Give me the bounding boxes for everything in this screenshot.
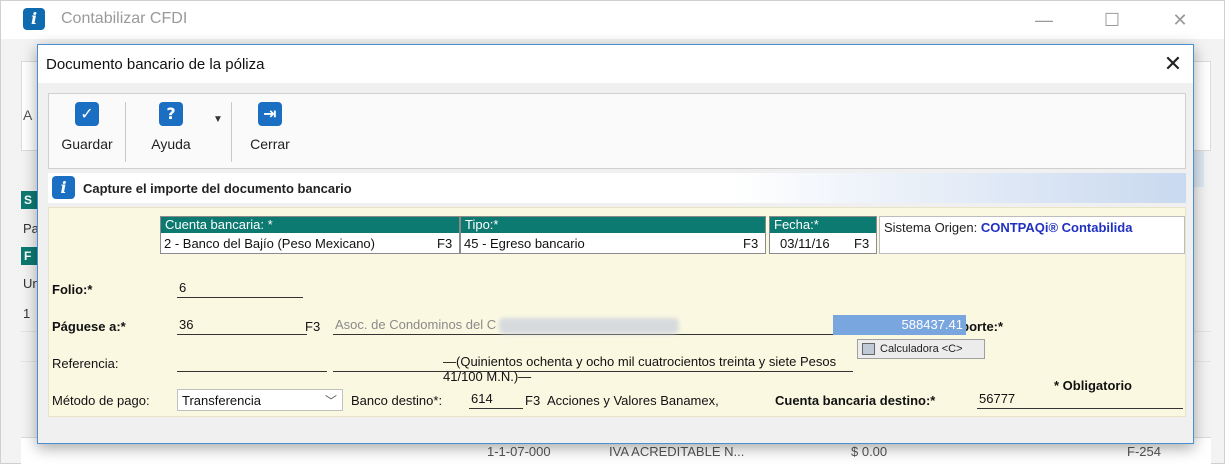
- folio-input[interactable]: 6: [177, 280, 303, 298]
- help-button[interactable]: ? Ayuda: [141, 98, 201, 166]
- metodo-pago-label: Método de pago:: [52, 393, 150, 408]
- cuenta-destino-input[interactable]: 56777: [977, 391, 1183, 409]
- chevron-down-icon: ﹀: [324, 394, 337, 408]
- referencia-input[interactable]: [177, 354, 327, 372]
- background-title-bar: i Contabilizar CFDI — ☐ ✕: [1, 1, 1224, 39]
- close-button[interactable]: ⇥ Cerrar: [241, 98, 299, 166]
- contpaqi-logo-icon: i: [23, 8, 45, 30]
- help-dropdown-arrow-icon[interactable]: ▼: [213, 114, 223, 125]
- tipo-field[interactable]: Tipo:* 45 - Egreso bancario F3: [460, 216, 766, 254]
- dialog-title-bar: Documento bancario de la póliza ✕: [38, 45, 1193, 83]
- save-button[interactable]: ✓ Guardar: [57, 98, 117, 166]
- cuenta-bancaria-label: Cuenta bancaria: *: [161, 217, 459, 233]
- paguese-name: Asoc. de Condominos del C: [335, 317, 497, 332]
- fecha-field[interactable]: Fecha:* 03/11/16 F3: [769, 216, 877, 254]
- row-reference: F-254: [1127, 444, 1161, 459]
- dialog-close-icon[interactable]: ✕: [1156, 49, 1190, 79]
- tipo-label: Tipo:*: [461, 217, 765, 233]
- checkmark-icon: ✓: [75, 102, 99, 126]
- cuenta-destino-label: Cuenta bancaria destino:*: [775, 393, 936, 408]
- sistema-origen-label: Sistema Origen:: [884, 220, 978, 235]
- minimize-button[interactable]: —: [1021, 5, 1067, 35]
- dialog-title: Documento bancario de la póliza: [46, 56, 265, 73]
- calculadora-label: Calculadora <C>: [880, 343, 963, 355]
- info-banner: i Capture el importe del documento banca…: [48, 173, 1186, 203]
- banco-destino-name: Acciones y Valores Banamex,: [547, 393, 719, 408]
- fecha-value: 03/11/16: [780, 236, 830, 251]
- background-close-button[interactable]: ✕: [1157, 5, 1203, 35]
- toolbar-separator: [231, 102, 232, 162]
- row-account-name: IVA ACREDITABLE N...: [609, 444, 745, 459]
- amount-in-words: —(Quinientos ochenta y ocho mil cuatroci…: [333, 354, 853, 384]
- cuenta-bancaria-field[interactable]: Cuenta bancaria: * 2 - Banco del Bajío (…: [160, 216, 460, 254]
- banco-destino-f3-lookup[interactable]: F3: [525, 393, 540, 408]
- tipo-f3-lookup[interactable]: F3: [743, 236, 758, 251]
- bank-document-form: Cuenta bancaria: * 2 - Banco del Bajío (…: [48, 207, 1186, 417]
- folio-label: Folio:*: [52, 282, 93, 297]
- background-window-title: Contabilizar CFDI: [61, 10, 188, 27]
- redacted-name-blur: [499, 318, 679, 334]
- cuenta-bancaria-value: 2 - Banco del Bajío (Peso Mexicano): [164, 236, 375, 251]
- info-icon: i: [52, 176, 75, 199]
- metodo-pago-select[interactable]: Transferencia ﹀: [177, 389, 343, 411]
- tipo-value: 45 - Egreso bancario: [464, 236, 585, 251]
- paguese-label: Páguese a:*: [52, 319, 126, 334]
- banco-destino-label: Banco destino*:: [351, 393, 443, 408]
- obligatorio-note: * Obligatorio: [1054, 378, 1132, 393]
- metodo-pago-value: Transferencia: [182, 393, 261, 408]
- exit-door-icon: ⇥: [258, 102, 282, 126]
- sistema-origen: Sistema Origen: CONTPAQi® Contabilida: [879, 216, 1185, 254]
- toolbar: ✓ Guardar ? Ayuda ▼ ⇥ Cerrar: [48, 93, 1186, 169]
- question-icon: ?: [159, 102, 183, 126]
- paguese-code-input[interactable]: 36: [177, 317, 307, 335]
- fecha-f3-lookup[interactable]: F3: [854, 236, 869, 251]
- row-amount: $ 0.00: [851, 444, 888, 459]
- paguese-f3-lookup[interactable]: F3: [305, 319, 320, 334]
- background-label-a: A: [23, 107, 33, 123]
- banco-destino-code-input[interactable]: 614: [469, 391, 523, 409]
- calculadora-button[interactable]: Calculadora <C>: [857, 339, 985, 359]
- close-label: Cerrar: [250, 136, 290, 152]
- bank-document-dialog: Documento bancario de la póliza ✕ ✓ Guar…: [37, 44, 1194, 444]
- cuenta-f3-lookup[interactable]: F3: [437, 236, 452, 251]
- help-label: Ayuda: [151, 136, 191, 152]
- toolbar-separator: [125, 102, 126, 162]
- maximize-button[interactable]: ☐: [1089, 5, 1135, 35]
- importe-input[interactable]: 588437.41: [833, 315, 966, 335]
- save-label: Guardar: [61, 136, 113, 152]
- sistema-origen-value: CONTPAQi® Contabilida: [980, 220, 1133, 235]
- background-label-1: 1: [23, 306, 31, 321]
- row-account: 1-1-07-000: [487, 444, 551, 459]
- fecha-label: Fecha:*: [770, 217, 876, 233]
- referencia-label: Referencia:: [52, 356, 119, 371]
- calculator-icon: [862, 343, 875, 355]
- info-message: Capture el importe del documento bancari…: [83, 181, 352, 196]
